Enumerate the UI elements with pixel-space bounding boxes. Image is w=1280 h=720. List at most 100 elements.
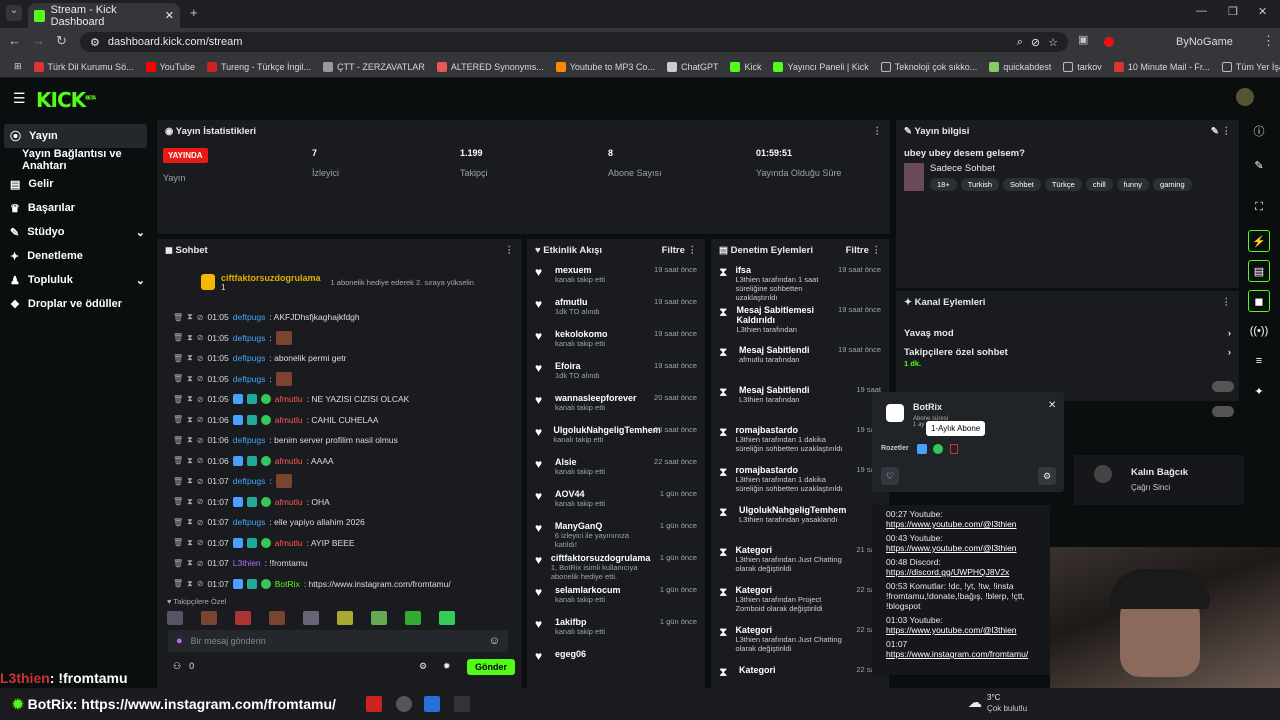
timeout-icon[interactable]: ⧗: [187, 538, 193, 548]
pdf-app-icon[interactable]: [366, 696, 382, 712]
log-link[interactable]: https://www.youtube.com/@l3thien: [886, 543, 1017, 553]
activity-item[interactable]: ♥ mexuem kanalı takip etti 19 saat önce: [527, 261, 705, 293]
toggle-switch[interactable]: [1212, 381, 1234, 392]
activity-item[interactable]: ♥ wannasleepforever kanalı takip etti 20 sa…: [527, 389, 705, 421]
message-username[interactable]: deftpugs: [233, 312, 266, 322]
back-icon[interactable]: ←: [8, 33, 21, 48]
more-icon[interactable]: ⋮: [688, 245, 698, 256]
message-username[interactable]: afmutlu: [275, 456, 303, 466]
zoom-app-icon[interactable]: [424, 696, 440, 712]
timeout-icon[interactable]: ⧗: [187, 415, 193, 425]
activity-item[interactable]: ♥ ManyGanQ 6 izleyici ile yayınınıza katıl…: [527, 517, 705, 549]
reload-icon[interactable]: ↻: [56, 33, 67, 49]
more-icon[interactable]: ⋮: [872, 245, 882, 256]
message-username[interactable]: BotRix: [275, 579, 300, 589]
sidebar-item-yayin[interactable]: ⦿ Yayın: [4, 124, 147, 148]
bookmark[interactable]: ÇTT - ZERZAVATLAR: [317, 61, 431, 72]
bookmark[interactable]: Kick: [724, 61, 767, 72]
emoji-icon[interactable]: ☺: [489, 635, 500, 647]
bookmark[interactable]: YouTube: [140, 61, 201, 72]
bookmark[interactable]: Teknoloji çok sıkko...: [875, 61, 984, 72]
side-card[interactable]: Kalın Bağcık Çağrı Sinci: [1074, 455, 1244, 505]
moderation-item[interactable]: ⧗ Kategori L3thien tarafından Just Chattin…: [711, 621, 889, 661]
delete-icon[interactable]: 🗑: [173, 477, 183, 486]
more-icon[interactable]: ⋮: [505, 245, 515, 256]
delete-icon[interactable]: 🗑: [173, 354, 183, 363]
extensions-icon[interactable]: ▣: [1078, 33, 1088, 46]
activity-item[interactable]: ♥ kekolokomo kanalı takip etti 19 saat önce: [527, 325, 705, 357]
delete-icon[interactable]: 🗑: [173, 395, 183, 404]
maximize-icon[interactable]: ❐: [1228, 5, 1238, 18]
message-username[interactable]: L3thien: [233, 558, 261, 568]
bookmark[interactable]: Türk Dil Kurumu Sö...: [28, 61, 140, 72]
moderation-item[interactable]: ⧗ Mesaj Sabitlendi L3thien tarafından 19 sa…: [711, 381, 889, 421]
ban-icon[interactable]: ⊘: [197, 436, 204, 445]
kick-logo[interactable]: KICKBETA: [36, 88, 96, 112]
fullscreen-icon[interactable]: ⛶: [1248, 196, 1270, 218]
timeout-icon[interactable]: ⧗: [187, 394, 193, 404]
bookmark[interactable]: 10 Minute Mail - Fr...: [1108, 61, 1216, 72]
moderation-item[interactable]: ⧗ Kategori L3thien tarafından Just Chattin…: [711, 541, 889, 581]
mod-icon[interactable]: ⚙: [1038, 467, 1056, 485]
moderation-item[interactable]: ⧗ UlgolukNahgeligTemhem L3thien tarafından…: [711, 501, 889, 541]
all-bookmarks[interactable]: Tüm Yer İşaretleri: [1216, 61, 1280, 72]
sidebar-item-denetleme[interactable]: ✦ Denetleme: [0, 244, 155, 268]
timeout-icon[interactable]: ⧗: [187, 476, 193, 486]
toggle-switch[interactable]: [1212, 406, 1234, 417]
message-username[interactable]: afmutlu: [275, 538, 303, 548]
timeout-icon[interactable]: ⧗: [187, 312, 193, 322]
delete-icon[interactable]: 🗑: [173, 374, 183, 383]
bolt-icon[interactable]: ⚡: [1248, 230, 1270, 252]
activity-item[interactable]: ♥ 1akifbp kanalı takip etti 1 gün önce: [527, 613, 705, 645]
moderation-item[interactable]: ⧗ Kategori L3thien tarafından Project Zomb…: [711, 581, 889, 621]
activity-item[interactable]: ♥ UlgolukNahgeligTemhem kanalı takip etti 2…: [527, 421, 705, 453]
filter-button[interactable]: Filtre: [662, 245, 685, 256]
more-icon[interactable]: ⋮: [1222, 126, 1232, 137]
timeout-icon[interactable]: ⧗: [187, 497, 193, 507]
timeout-icon[interactable]: ⧗: [187, 456, 193, 466]
timeout-icon[interactable]: ⧗: [187, 517, 193, 527]
log-link[interactable]: https://www.youtube.com/@l3thien: [886, 519, 1017, 529]
ban-icon[interactable]: ⊘: [197, 497, 204, 506]
filter-button[interactable]: Filtre: [846, 245, 869, 256]
log-link[interactable]: https://www.youtube.com/@l3thien: [886, 625, 1017, 635]
ban-icon[interactable]: ⊘: [197, 395, 204, 404]
ban-icon[interactable]: ⊘: [197, 518, 204, 527]
more-icon[interactable]: ⋮: [873, 126, 883, 137]
timeout-icon[interactable]: ⧗: [187, 353, 193, 363]
sidebar-item-gelir[interactable]: ▤ Gelir: [0, 172, 155, 196]
timeout-icon[interactable]: ⧗: [187, 558, 193, 568]
delete-icon[interactable]: 🗑: [173, 518, 183, 527]
log-link[interactable]: https://www.instagram.com/fromtamu/: [886, 649, 1028, 659]
ban-icon[interactable]: ⊘: [197, 559, 204, 568]
close-window-icon[interactable]: ✕: [1258, 5, 1267, 18]
tab-close-icon[interactable]: ✕: [165, 9, 174, 22]
delete-icon[interactable]: 🗑: [173, 559, 183, 568]
message-username[interactable]: deftpugs: [233, 333, 266, 343]
activity-item[interactable]: ♥ Alsie kanalı takip etti 22 saat önce: [527, 453, 705, 485]
delete-icon[interactable]: 🗑: [173, 579, 183, 588]
timeout-icon[interactable]: ⧗: [187, 374, 193, 384]
message-username[interactable]: deftpugs: [233, 374, 266, 384]
ban-icon[interactable]: ⊘: [197, 415, 204, 424]
moderation-item[interactable]: ⧗ romajbastardo L3thien tarafından 1 dakik…: [711, 461, 889, 501]
new-tab-icon[interactable]: +: [190, 5, 198, 20]
delete-icon[interactable]: 🗑: [173, 456, 183, 465]
activity-item[interactable]: ♥ Efoira 1dk TO alındı 19 saat önce: [527, 357, 705, 389]
card-icon[interactable]: ▤: [1248, 260, 1270, 282]
bookmark[interactable]: tarkov: [1057, 61, 1108, 72]
timeout-icon[interactable]: ⧗: [187, 579, 193, 589]
activity-item[interactable]: ♥ ciftfaktorsuzdogrulama 1, BotRix isimli …: [527, 549, 705, 581]
ban-icon[interactable]: ⊘: [197, 579, 204, 588]
delete-icon[interactable]: 🗑: [173, 333, 183, 342]
hamburger-icon[interactable]: ☰: [13, 90, 26, 107]
ban-icon[interactable]: ⊘: [197, 477, 204, 486]
message-username[interactable]: afmutlu: [275, 415, 303, 425]
extension-red-icon[interactable]: [1104, 37, 1114, 47]
sidebar-item-studyo[interactable]: ✎ Stüdyo ⌄: [0, 220, 155, 244]
followers-only-row[interactable]: Takipçilere özel sohbet ›: [896, 345, 1239, 359]
timeout-icon[interactable]: ⧗: [187, 333, 193, 343]
message-username[interactable]: deftpugs: [233, 353, 266, 363]
bookmark[interactable]: Yayıncı Paneli | Kick: [767, 61, 874, 72]
bookmark[interactable]: quickabdest: [983, 61, 1057, 72]
